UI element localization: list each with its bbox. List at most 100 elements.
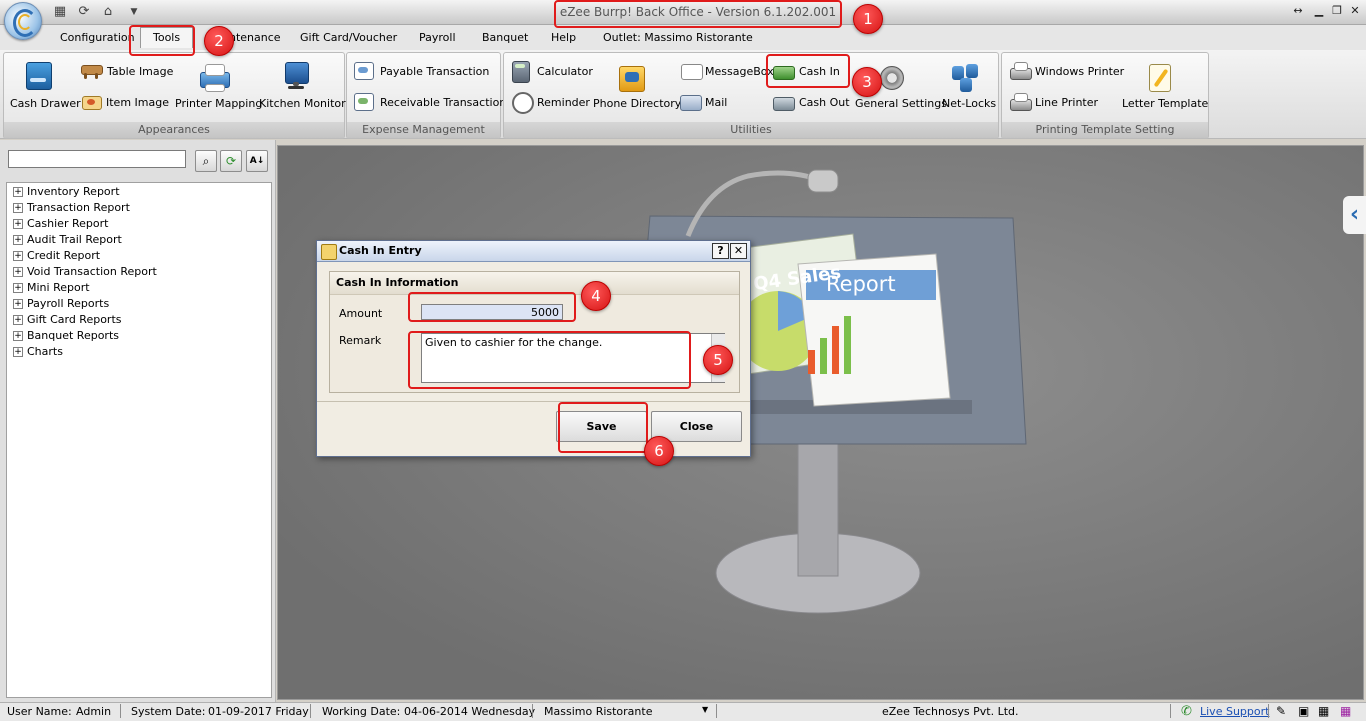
reminder-button[interactable]: Reminder xyxy=(537,96,590,109)
phone-directory-icon[interactable] xyxy=(617,62,647,92)
tree-item-inventory-report[interactable]: + Inventory Report xyxy=(13,184,120,200)
letter-template-button[interactable]: Letter Template xyxy=(1122,97,1208,110)
receivable-transaction-icon[interactable] xyxy=(354,93,374,111)
quick-access-grid-icon[interactable]: ▦ xyxy=(52,4,68,20)
quick-access-dropdown-icon[interactable]: ▼ xyxy=(126,4,142,20)
cash-out-icon[interactable] xyxy=(773,93,795,111)
net-locks-icon[interactable] xyxy=(950,62,982,94)
line-printer-button[interactable]: Line Printer xyxy=(1035,96,1098,109)
tree-item-payroll-reports[interactable]: + Payroll Reports xyxy=(13,296,109,312)
tree-item-label: Transaction Report xyxy=(27,201,130,214)
expand-icon[interactable]: + xyxy=(13,299,23,309)
quick-access-home-icon[interactable]: ⌂ xyxy=(100,4,116,20)
mail-icon[interactable] xyxy=(680,93,702,111)
table-image-icon[interactable] xyxy=(81,63,103,79)
search-binoculars-icon[interactable]: ⌕ xyxy=(195,150,217,172)
expand-icon[interactable]: + xyxy=(13,331,23,341)
tree-item-label: Gift Card Reports xyxy=(27,313,122,326)
printer-mapping-icon[interactable] xyxy=(198,62,230,92)
cash-drawer-icon[interactable] xyxy=(26,62,52,90)
expand-icon[interactable]: + xyxy=(13,347,23,357)
printer-mapping-button[interactable]: Printer Mapping xyxy=(175,97,262,110)
tree-item-gift-card-reports[interactable]: + Gift Card Reports xyxy=(13,312,122,328)
menu-maintenance[interactable]: ntenance xyxy=(229,31,281,44)
expand-icon[interactable]: + xyxy=(13,187,23,197)
receivable-transaction-button[interactable]: Receivable Transaction xyxy=(380,96,506,109)
kitchen-monitor-icon[interactable] xyxy=(285,62,309,92)
kitchen-monitor-button[interactable]: Kitchen Monitor xyxy=(259,97,346,110)
item-image-icon[interactable] xyxy=(82,94,102,110)
payable-transaction-icon[interactable] xyxy=(354,62,374,80)
messagebox-icon[interactable] xyxy=(681,62,703,80)
tree-item-credit-report[interactable]: + Credit Report xyxy=(13,248,100,264)
quick-access-refresh-icon[interactable]: ⟳ xyxy=(76,4,92,20)
menu-outlet[interactable]: Outlet: Massimo Ristorante xyxy=(603,31,753,44)
cash-out-button[interactable]: Cash Out xyxy=(799,96,850,109)
calculator-icon[interactable] xyxy=(512,61,530,83)
mail-button[interactable]: Mail xyxy=(705,96,727,109)
side-panel-toggle-chevron-left-icon[interactable]: ‹ xyxy=(1343,196,1366,234)
tree-item-void-transaction-report[interactable]: + Void Transaction Report xyxy=(13,264,157,280)
line-printer-icon[interactable] xyxy=(1010,93,1032,113)
status-outlet[interactable]: Massimo Ristorante xyxy=(544,705,652,718)
reminder-icon[interactable] xyxy=(512,92,534,114)
menu-banquet[interactable]: Banquet xyxy=(482,31,528,44)
status-working-date-label: Working Date: xyxy=(322,705,401,718)
messagebox-button[interactable]: MessageBox xyxy=(705,65,774,78)
expand-icon[interactable]: + xyxy=(13,219,23,229)
tray-apps-icon[interactable]: ▦ xyxy=(1340,704,1351,718)
report-search-input[interactable] xyxy=(8,150,186,168)
tree-item-charts[interactable]: + Charts xyxy=(13,344,63,360)
letter-template-icon[interactable] xyxy=(1147,62,1175,92)
expand-icon[interactable]: + xyxy=(13,267,23,277)
item-image-button[interactable]: Item Image xyxy=(106,96,169,109)
live-support-icon[interactable]: ✆ xyxy=(1181,704,1192,719)
sort-az-icon[interactable]: A↓ xyxy=(246,150,268,172)
group-printing-label: Printing Template Setting xyxy=(1002,122,1208,138)
status-separator xyxy=(1170,704,1171,718)
tray-grid-icon[interactable]: ▦ xyxy=(1318,704,1329,718)
dialog-help-button[interactable]: ? xyxy=(712,243,729,259)
general-settings-button[interactable]: General Settings xyxy=(855,97,947,110)
outlet-dropdown-icon[interactable]: ▼ xyxy=(702,705,708,714)
dialog-close-x-icon[interactable]: ✕ xyxy=(730,243,747,259)
cash-drawer-button[interactable]: Cash Drawer xyxy=(10,97,81,110)
expand-icon[interactable]: + xyxy=(13,251,23,261)
calculator-button[interactable]: Calculator xyxy=(537,65,593,78)
windows-printer-button[interactable]: Windows Printer xyxy=(1035,65,1124,78)
restore-icon[interactable]: ❐ xyxy=(1328,2,1346,20)
windows-printer-icon[interactable] xyxy=(1010,62,1032,82)
net-locks-button[interactable]: Net-Locks xyxy=(942,97,996,110)
menu-help[interactable]: Help xyxy=(551,31,576,44)
resize-icon[interactable]: ↔ xyxy=(1289,2,1307,20)
tree-item-banquet-reports[interactable]: + Banquet Reports xyxy=(13,328,119,344)
menu-gift-card-voucher[interactable]: Gift Card/Voucher xyxy=(300,31,397,44)
refresh-icon[interactable]: ⟳ xyxy=(220,150,242,172)
tree-item-cashier-report[interactable]: + Cashier Report xyxy=(13,216,108,232)
live-support-link[interactable]: Live Support xyxy=(1200,705,1269,718)
tree-item-transaction-report[interactable]: + Transaction Report xyxy=(13,200,130,216)
phone-directory-button[interactable]: Phone Directory xyxy=(593,97,681,110)
tree-item-mini-report[interactable]: + Mini Report xyxy=(13,280,90,296)
tree-item-audit-trail-report[interactable]: + Audit Trail Report xyxy=(13,232,122,248)
dialog-app-icon xyxy=(321,244,337,260)
app-logo-icon[interactable] xyxy=(4,2,42,40)
minimize-icon[interactable]: ▁ xyxy=(1310,2,1328,20)
status-company: eZee Technosys Pvt. Ltd. xyxy=(882,705,1019,718)
expand-icon[interactable]: + xyxy=(13,283,23,293)
close-window-icon[interactable]: ✕ xyxy=(1346,2,1364,20)
table-image-button[interactable]: Table Image xyxy=(107,65,173,78)
annotation-badge-6: 6 xyxy=(644,436,674,466)
expand-icon[interactable]: + xyxy=(13,203,23,213)
annotation-badge-3: 3 xyxy=(852,67,882,97)
status-separator xyxy=(1268,704,1269,718)
report-illustration-title: Report xyxy=(826,272,896,296)
payable-transaction-button[interactable]: Payable Transaction xyxy=(380,65,489,78)
menu-configuration[interactable]: Configuration xyxy=(60,31,135,44)
expand-icon[interactable]: + xyxy=(13,315,23,325)
expand-icon[interactable]: + xyxy=(13,235,23,245)
tray-monitor-icon[interactable]: ▣ xyxy=(1298,704,1309,718)
menu-payroll[interactable]: Payroll xyxy=(419,31,456,44)
tray-edit-icon[interactable]: ✎ xyxy=(1276,704,1286,718)
tree-item-label: Payroll Reports xyxy=(27,297,110,310)
